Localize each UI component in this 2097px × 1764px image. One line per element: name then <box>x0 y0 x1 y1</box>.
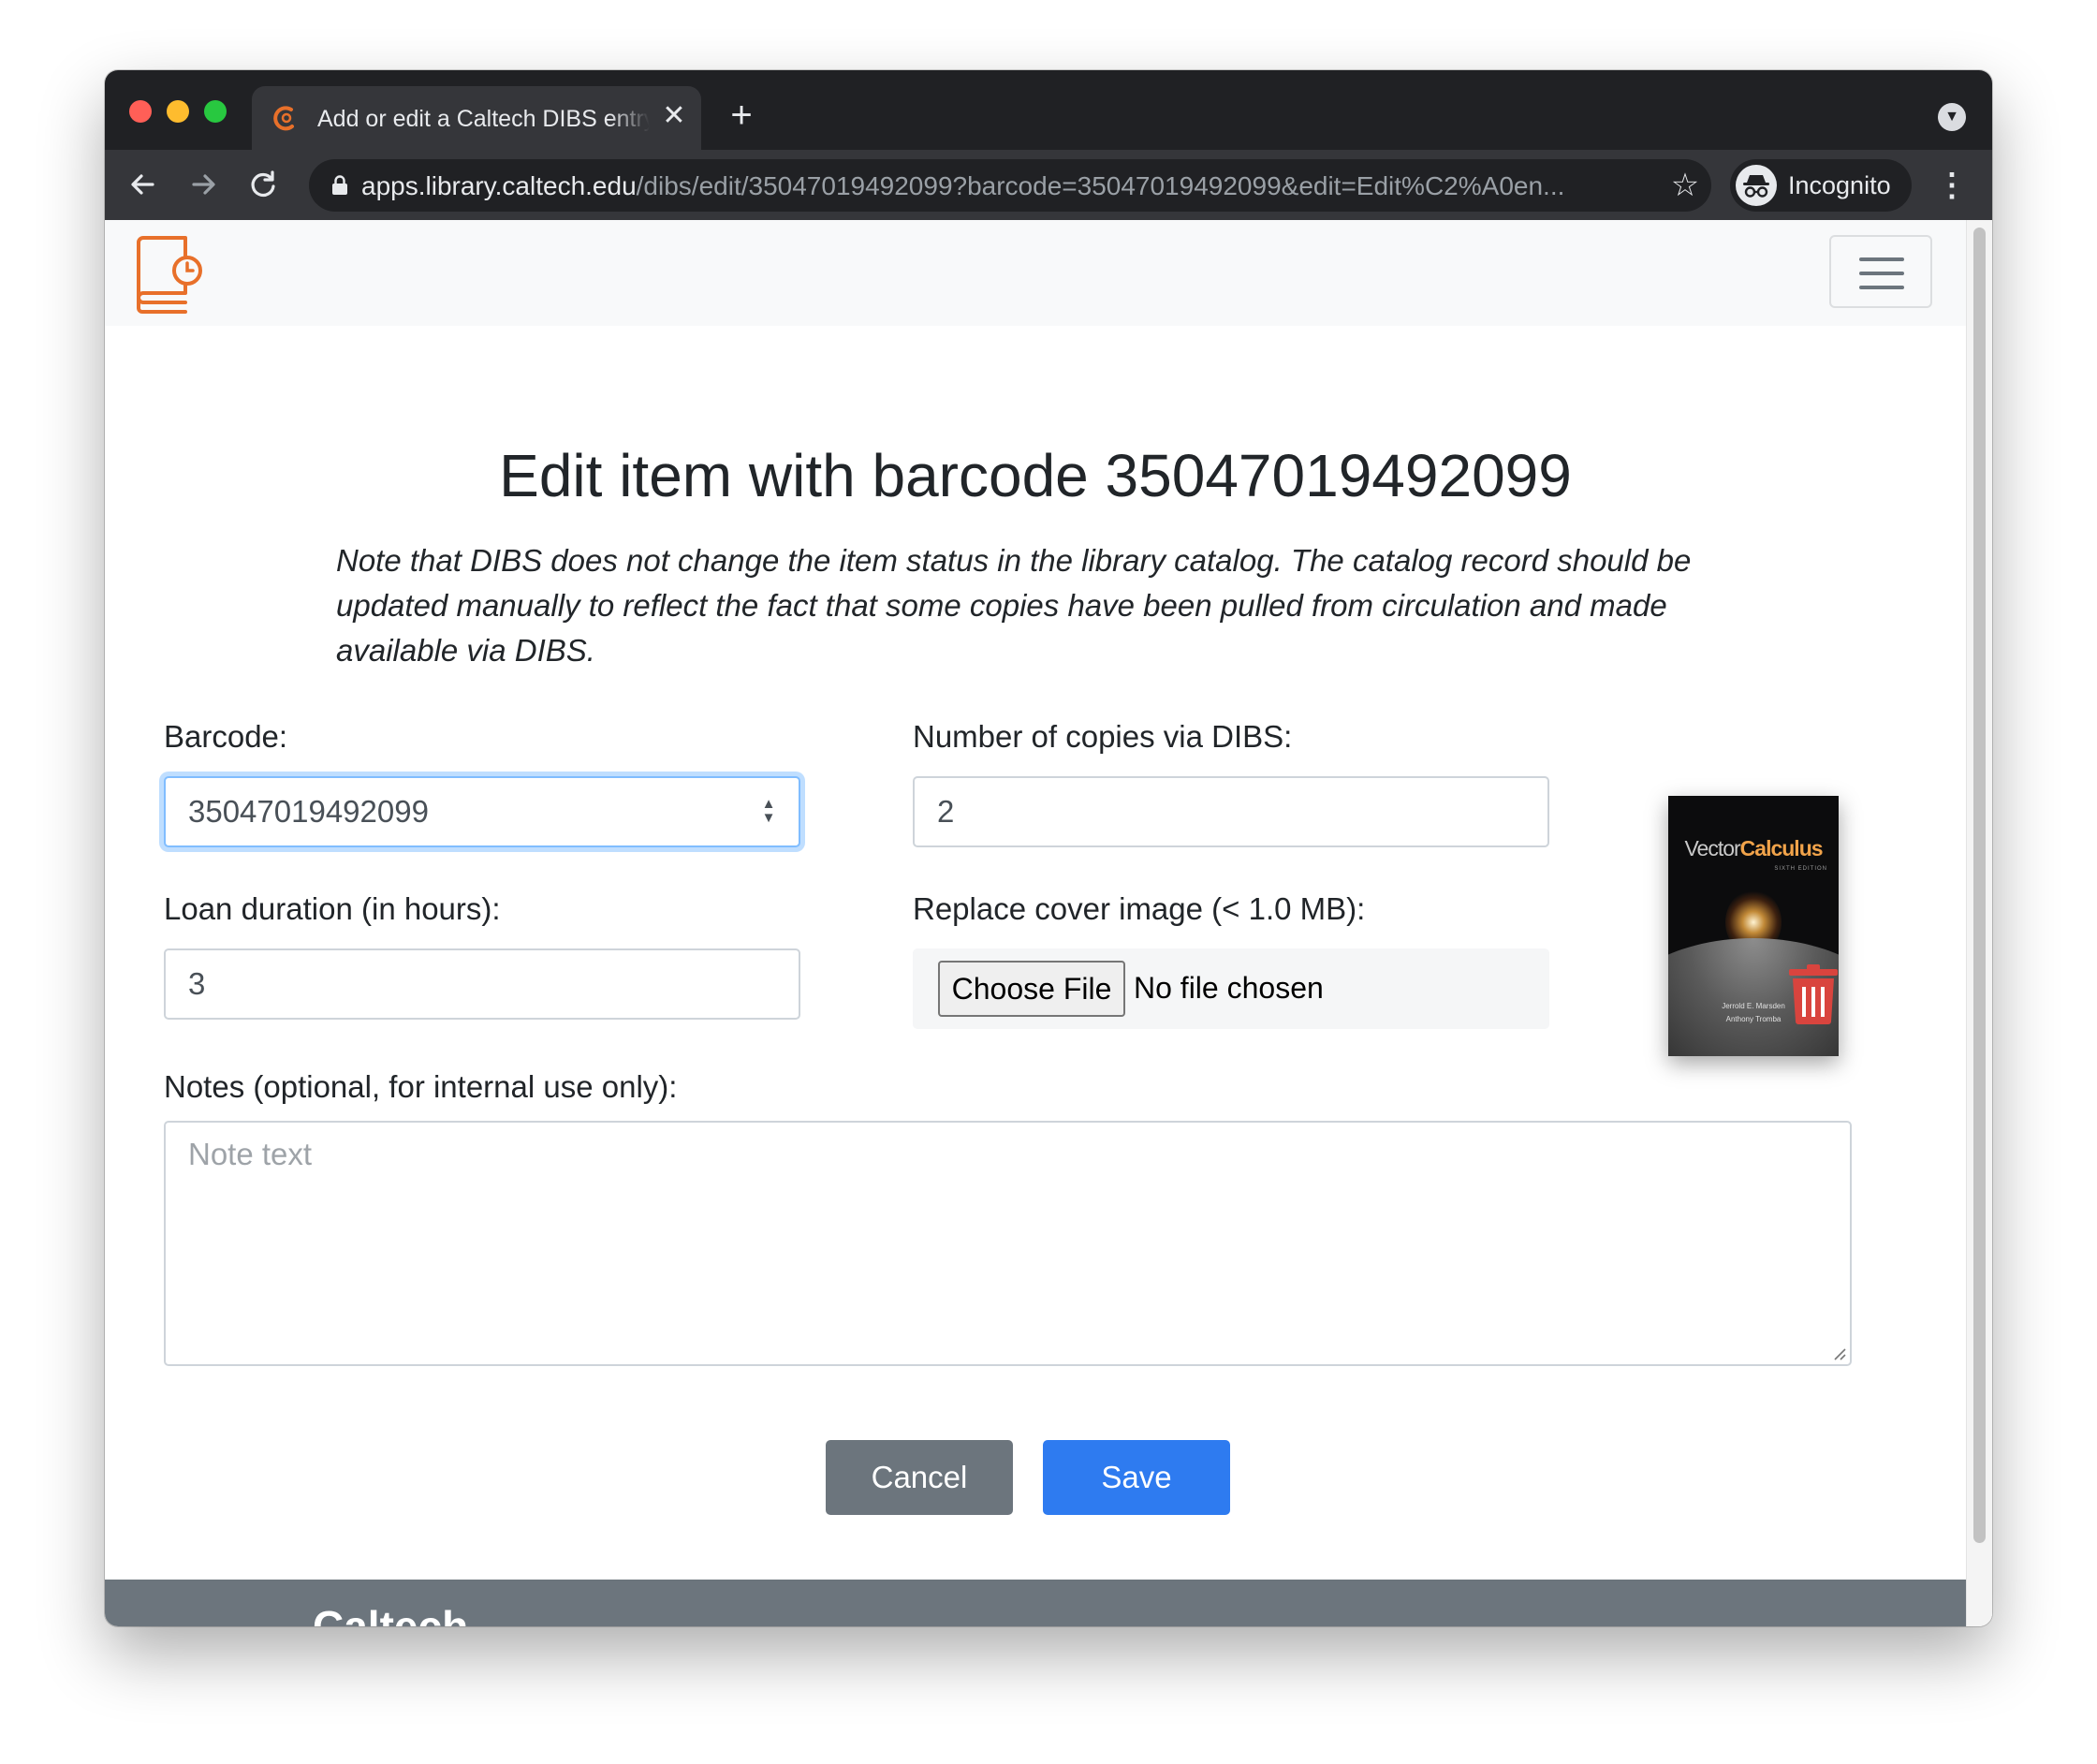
caltech-favicon-icon <box>272 105 299 131</box>
url-text: apps.library.caltech.edu/dibs/edit/35047… <box>361 171 1644 201</box>
tab-search-icon[interactable]: ▼ <box>1938 103 1966 131</box>
cover-file-input[interactable]: Choose File No file chosen <box>913 948 1549 1029</box>
url-host: apps.library.caltech.edu <box>361 171 637 200</box>
cover-upload-label: Replace cover image (< 1.0 MB): <box>913 891 1366 926</box>
loan-duration-label: Loan duration (in hours): <box>164 891 501 926</box>
url-path: /dibs/edit/35047019492099?barcode=350470… <box>636 171 1565 200</box>
tab-strip: Add or edit a Caltech DIBS entry ✕ + ▼ <box>105 70 1992 150</box>
barcode-input[interactable]: 35047019492099 ▲ ▼ <box>164 776 800 847</box>
address-bar[interactable]: apps.library.caltech.edu/dibs/edit/35047… <box>309 159 1711 212</box>
barcode-value: 35047019492099 <box>188 794 429 829</box>
hamburger-line <box>1859 257 1904 261</box>
incognito-profile-button[interactable]: Incognito <box>1730 159 1912 212</box>
tab-close-icon[interactable]: ✕ <box>659 101 689 131</box>
incognito-label: Incognito <box>1788 171 1891 199</box>
dibs-logo-icon[interactable] <box>133 235 208 314</box>
notes-textarea[interactable]: Note text <box>164 1121 1852 1366</box>
number-stepper-icon[interactable]: ▲ ▼ <box>759 797 778 829</box>
copies-label: Number of copies via DIBS: <box>913 719 1293 754</box>
page-title: Edit item with barcode 35047019492099 <box>499 442 1572 509</box>
close-window-button[interactable] <box>129 100 152 123</box>
scrollbar-thumb[interactable] <box>1973 228 1986 1543</box>
copies-input[interactable]: 2 <box>913 776 1549 847</box>
save-button[interactable]: Save <box>1043 1440 1230 1515</box>
caltech-footer-logo[interactable]: Caltech <box>313 1600 468 1626</box>
copies-value: 2 <box>937 794 955 829</box>
catalog-note: Note that DIBS does not change the item … <box>336 543 1692 668</box>
hamburger-line <box>1859 272 1904 275</box>
zoom-window-button[interactable] <box>204 100 227 123</box>
cover-title-part1: Vector <box>1684 836 1740 860</box>
cover-title-part2: Calculus <box>1739 836 1824 860</box>
more-menu-icon[interactable]: ⋮ <box>1936 165 1968 206</box>
loan-duration-input[interactable]: 3 <box>164 948 800 1020</box>
notes-label: Notes (optional, for internal use only): <box>164 1069 678 1104</box>
barcode-label: Barcode: <box>164 719 288 754</box>
cover-edition: SIXTH EDITION <box>1774 866 1827 872</box>
site-navbar <box>105 220 1966 326</box>
notes-placeholder: Note text <box>188 1137 313 1171</box>
forward-icon[interactable] <box>182 163 225 206</box>
lock-icon[interactable] <box>331 175 348 196</box>
reload-icon[interactable] <box>242 163 285 206</box>
hamburger-line <box>1859 286 1904 289</box>
browser-tab[interactable]: Add or edit a Caltech DIBS entry ✕ <box>252 86 701 150</box>
page-viewport: Edit item with barcode 35047019492099 No… <box>105 220 1992 1626</box>
cancel-button[interactable]: Cancel <box>826 1440 1013 1515</box>
new-tab-button[interactable]: + <box>723 96 760 134</box>
choose-file-button[interactable]: Choose File <box>938 961 1125 1017</box>
hamburger-menu-button[interactable] <box>1829 235 1932 308</box>
browser-toolbar: apps.library.caltech.edu/dibs/edit/35047… <box>105 150 1992 220</box>
browser-window: Add or edit a Caltech DIBS entry ✕ + ▼ a… <box>105 70 1992 1626</box>
resize-handle-icon[interactable] <box>1831 1345 1846 1360</box>
site-footer: Caltech <box>105 1580 1966 1626</box>
tab-title: Add or edit a Caltech DIBS entry <box>317 106 650 132</box>
minimize-window-button[interactable] <box>167 100 189 123</box>
incognito-icon <box>1736 165 1777 206</box>
trash-icon[interactable] <box>1787 964 1840 1024</box>
back-icon[interactable] <box>122 163 165 206</box>
bookmark-star-icon[interactable]: ☆ <box>1666 167 1704 204</box>
cover-title: VectorCalculus <box>1668 835 1839 861</box>
loan-duration-value: 3 <box>188 966 206 1001</box>
file-status-text: No file chosen <box>1134 971 1324 1005</box>
